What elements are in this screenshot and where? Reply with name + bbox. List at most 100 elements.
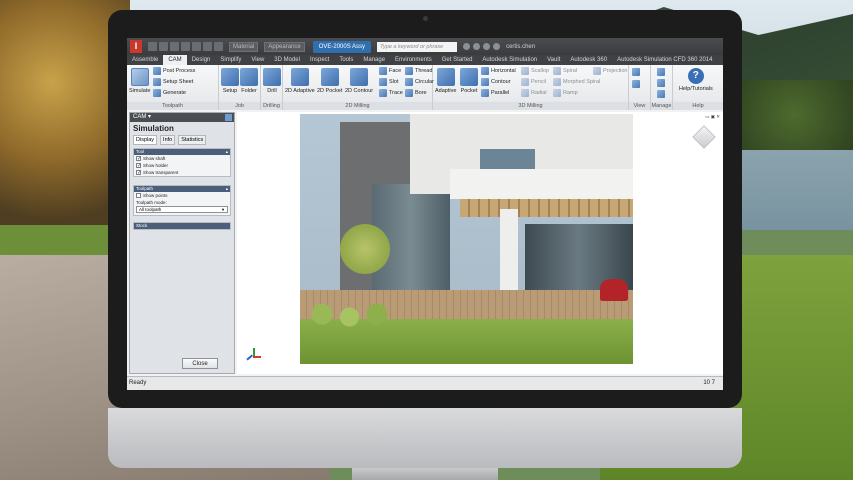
simulate-button[interactable]: Simulate bbox=[129, 68, 150, 94]
setup-sheet-button[interactable]: Setup Sheet bbox=[153, 78, 193, 86]
pencil-button[interactable]: Pencil bbox=[521, 78, 546, 86]
tab-tools[interactable]: Tools bbox=[334, 55, 358, 65]
pocket-icon bbox=[460, 68, 478, 86]
exchange-icon[interactable] bbox=[473, 43, 481, 50]
post-process-button[interactable]: Post Process bbox=[153, 67, 195, 75]
help-tutorials-button[interactable]: ? Help/Tutorials bbox=[679, 68, 713, 92]
close-button[interactable]: Close bbox=[182, 358, 218, 369]
panel-pin-icon[interactable] bbox=[225, 114, 232, 121]
folder-button[interactable]: Folder bbox=[240, 68, 258, 94]
return-icon[interactable] bbox=[203, 42, 212, 51]
tab-simplify[interactable]: Simplify bbox=[215, 55, 246, 65]
open-icon[interactable] bbox=[159, 42, 168, 51]
show-transparent-checkbox[interactable]: ✓ Show transparent bbox=[134, 169, 230, 176]
folder-label: Folder bbox=[241, 88, 257, 94]
save-icon[interactable] bbox=[170, 42, 179, 51]
horizontal-button[interactable]: Horizontal bbox=[481, 67, 516, 75]
material-combo[interactable]: Material bbox=[229, 41, 259, 52]
generate-button[interactable]: Generate bbox=[153, 89, 186, 97]
parallel-button[interactable]: Parallel bbox=[481, 89, 509, 97]
panel-2d-milling: 2D Adaptive 2D Pocket 2D Contour Face Sl… bbox=[283, 65, 434, 110]
signin-label[interactable]: certis.chen bbox=[506, 44, 535, 50]
appearance-combo[interactable]: Appearance bbox=[264, 41, 305, 52]
setup-sheet-icon bbox=[153, 78, 161, 86]
collapse-icon[interactable]: ▴ bbox=[226, 149, 228, 155]
viewport-window-controls[interactable]: ▭ ▣ ✕ bbox=[705, 114, 720, 120]
panel-3d-milling: Adaptive Pocket Horizontal Contour Paral… bbox=[433, 65, 629, 110]
scallop-button[interactable]: Scallop bbox=[521, 67, 549, 75]
tab-environments[interactable]: Environments bbox=[390, 55, 437, 65]
tab-design[interactable]: Design bbox=[187, 55, 216, 65]
face-button[interactable]: Face bbox=[379, 67, 401, 75]
redo-icon[interactable] bbox=[192, 42, 201, 51]
tab-autodesk-simulation[interactable]: Autodesk Simulation bbox=[477, 55, 542, 65]
viewcube-icon[interactable] bbox=[692, 125, 716, 149]
manage-button-1[interactable] bbox=[657, 68, 667, 76]
tab-assemble[interactable]: Assemble bbox=[127, 55, 163, 65]
tab-info[interactable]: Info bbox=[160, 135, 176, 145]
2d-adaptive-button[interactable]: 2D Adaptive bbox=[285, 68, 315, 94]
2d-adaptive-icon bbox=[290, 68, 309, 86]
projection-button[interactable]: Projection bbox=[593, 67, 627, 75]
collapse-icon[interactable]: ▴ bbox=[226, 186, 228, 192]
view-button-2[interactable] bbox=[632, 80, 642, 88]
show-shaft-label: Show shaft bbox=[143, 156, 166, 161]
setup-label: Setup bbox=[222, 88, 238, 94]
2d-pocket-button[interactable]: 2D Pocket bbox=[317, 68, 342, 94]
tab-cam[interactable]: CAM bbox=[163, 55, 187, 65]
show-points-checkbox[interactable]: Show points bbox=[134, 192, 230, 199]
setup-button[interactable]: Setup bbox=[221, 68, 239, 94]
manage-button-2[interactable] bbox=[657, 79, 667, 87]
search-input[interactable]: Type a keyword or phrase bbox=[377, 41, 458, 52]
adaptive-button[interactable]: Adaptive bbox=[435, 68, 456, 94]
user-icon[interactable] bbox=[493, 43, 501, 50]
drill-button[interactable]: Drill bbox=[263, 68, 281, 94]
tab-statistics[interactable]: Statistics bbox=[178, 135, 207, 145]
ramp-label: Ramp bbox=[563, 90, 578, 96]
tab-view[interactable]: View bbox=[246, 55, 269, 65]
morphed-spiral-button[interactable]: Morphed Spiral bbox=[553, 78, 600, 86]
pocket-button[interactable]: Pocket bbox=[460, 68, 478, 94]
app-logo-icon[interactable]: I bbox=[130, 40, 142, 53]
tab-inspect[interactable]: Inspect bbox=[305, 55, 334, 65]
ramp-button[interactable]: Ramp bbox=[553, 89, 578, 97]
binoculars-icon[interactable] bbox=[463, 43, 471, 50]
document-tab[interactable]: OVE-2000S Assy bbox=[312, 40, 372, 53]
thread-button[interactable]: Thread bbox=[405, 67, 432, 75]
cam-panel-label[interactable]: CAM ▾ bbox=[133, 114, 151, 120]
tab-simulation-cfd[interactable]: Autodesk Simulation CFD 360 2014 bbox=[612, 55, 717, 65]
spiral-button[interactable]: Spiral bbox=[553, 67, 577, 75]
tab-3d-model[interactable]: 3D Model bbox=[269, 55, 305, 65]
star-icon[interactable] bbox=[483, 43, 491, 50]
circular-icon bbox=[405, 78, 413, 86]
manage-button-3[interactable] bbox=[657, 90, 667, 98]
select-icon[interactable] bbox=[214, 42, 223, 51]
tool-section-header[interactable]: Tool ▴ bbox=[134, 149, 230, 155]
stock-section-header[interactable]: Stock bbox=[134, 223, 230, 229]
slot-button[interactable]: Slot bbox=[379, 78, 398, 86]
scallop-icon bbox=[521, 67, 529, 75]
tab-manage[interactable]: Manage bbox=[358, 55, 390, 65]
tab-autodesk-360[interactable]: Autodesk 360 bbox=[565, 55, 612, 65]
contour-button[interactable]: Contour bbox=[481, 78, 511, 86]
2d-contour-button[interactable]: 2D Contour bbox=[345, 68, 373, 94]
status-bar: Ready 10 7 bbox=[127, 376, 723, 390]
show-shaft-checkbox[interactable]: ✓ Show shaft bbox=[134, 155, 230, 162]
trace-button[interactable]: Trace bbox=[379, 89, 403, 97]
tab-get-started[interactable]: Get Started bbox=[437, 55, 478, 65]
radial-button[interactable]: Radial bbox=[521, 89, 547, 97]
small-tree bbox=[340, 224, 390, 274]
bore-button[interactable]: Bore bbox=[405, 89, 427, 97]
tab-display[interactable]: Display bbox=[133, 135, 158, 145]
new-icon[interactable] bbox=[148, 42, 157, 51]
toolpath-section-header[interactable]: Toolpath ▴ bbox=[134, 186, 230, 192]
red-beanbag bbox=[600, 279, 628, 301]
show-holder-checkbox[interactable]: ✓ Show holder bbox=[134, 162, 230, 169]
y-axis bbox=[253, 348, 255, 356]
undo-icon[interactable] bbox=[181, 42, 190, 51]
circular-button[interactable]: Circular bbox=[405, 78, 434, 86]
view-button-1[interactable] bbox=[632, 68, 642, 76]
toolpath-mode-select[interactable]: All toolpath bbox=[136, 206, 228, 213]
tab-vault[interactable]: Vault bbox=[542, 55, 565, 65]
graphics-viewport[interactable]: ▭ ▣ ✕ bbox=[237, 112, 723, 374]
